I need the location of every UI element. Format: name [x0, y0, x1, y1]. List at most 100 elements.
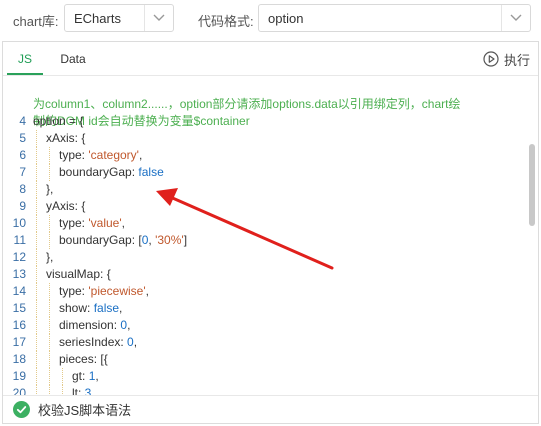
indent-guide [62, 385, 63, 395]
code-line: 5 xAxis: { [3, 130, 538, 147]
indent-guide [49, 300, 50, 317]
indent-guide [36, 266, 37, 283]
comment-line: 为column1、column2......，option部分请添加option… [3, 79, 538, 111]
code-line: 7 boundaryGap: false [3, 164, 538, 181]
indent-guide [49, 317, 50, 334]
line-number: 20 [12, 386, 26, 395]
line-number: 8 [19, 182, 26, 196]
line-number: 19 [12, 369, 26, 383]
editor-panel: JS Data 执行 为column1、column2......，option… [2, 41, 539, 424]
line-number: 10 [12, 216, 26, 230]
toolbar: chart库: ECharts 代码格式: option [0, 0, 541, 40]
validate-syntax-label: 校验JS脚本语法 [38, 403, 132, 418]
code-text: yAxis: { [46, 199, 86, 213]
code-text: type: 'value', [59, 216, 125, 230]
code-line: 11 boundaryGap: [0, '30%'] [3, 232, 538, 249]
code-line: 15 show: false, [3, 300, 538, 317]
code-text: dimension: 0, [59, 318, 131, 332]
tab-js[interactable]: JS [3, 42, 47, 75]
footer: 校验JS脚本语法 [3, 395, 538, 423]
line-number: 13 [12, 267, 26, 281]
line-number: 16 [12, 318, 26, 332]
tab-bar: JS Data 执行 [3, 42, 538, 76]
line-number: 5 [19, 131, 26, 145]
run-button[interactable]: 执行 [483, 49, 530, 69]
code-text: type: 'category', [59, 148, 143, 162]
code-format-select[interactable]: option [258, 4, 531, 32]
indent-guide [49, 232, 50, 249]
chart-lib-value: ECharts [74, 11, 121, 26]
code-text: }, [46, 250, 54, 264]
code-text: gt: 1, [72, 369, 99, 383]
code-text: boundaryGap: [0, '30%'] [59, 233, 188, 247]
play-icon [483, 51, 499, 67]
indent-guide [49, 147, 50, 164]
chevron-down-icon [501, 5, 530, 31]
code-line: 14 type: 'piecewise', [3, 283, 538, 300]
code-line: 4 option = { [3, 113, 538, 130]
line-number: 15 [12, 301, 26, 315]
chevron-down-icon [144, 5, 173, 31]
code-text: type: 'piecewise', [59, 284, 149, 298]
indent-guide [36, 232, 37, 249]
check-circle-icon [13, 401, 30, 418]
indent-guide [36, 249, 37, 266]
code-line: 8}, [3, 181, 538, 198]
code-editor[interactable]: 为column1、column2......，option部分请添加option… [3, 76, 538, 395]
indent-guide [36, 368, 37, 385]
code-line: 13 visualMap: { [3, 266, 538, 283]
line-number: 9 [19, 199, 26, 213]
indent-guide [49, 385, 50, 395]
line-number: 17 [12, 335, 26, 349]
indent-guide [36, 130, 37, 147]
indent-guide [49, 215, 50, 232]
code-format-label: 代码格式: [198, 14, 254, 29]
code-line: 6 type: 'category', [3, 147, 538, 164]
code-line: 16 dimension: 0, [3, 317, 538, 334]
line-number: 6 [19, 148, 26, 162]
indent-guide [49, 334, 50, 351]
indent-guide [36, 283, 37, 300]
code-line: 18 pieces: [{ [3, 351, 538, 368]
chart-lib-label: chart库: [13, 14, 59, 29]
code-format-value: option [268, 11, 304, 26]
indent-guide [49, 368, 50, 385]
code-text: }, [46, 182, 54, 196]
code-text: xAxis: { [46, 131, 86, 145]
indent-guide [36, 351, 37, 368]
code-text: seriesIndex: 0, [59, 335, 138, 349]
line-number: 7 [19, 165, 26, 179]
indent-guide [36, 147, 37, 164]
code-text: pieces: [{ [59, 352, 108, 366]
code-line: 12}, [3, 249, 538, 266]
code-text: option = { [33, 114, 84, 128]
code-text: show: false, [59, 301, 123, 315]
indent-guide [49, 351, 50, 368]
indent-guide [36, 317, 37, 334]
indent-guide [36, 385, 37, 395]
indent-guide [36, 181, 37, 198]
comment-line: 制的DOM id会自动替换为变量$container [3, 96, 538, 128]
tab-data[interactable]: Data [51, 42, 95, 74]
indent-guide [36, 300, 37, 317]
line-number: 12 [12, 250, 26, 264]
code-line: 10 type: 'value', [3, 215, 538, 232]
code-line: 19 gt: 1, [3, 368, 538, 385]
line-number: 11 [13, 233, 26, 247]
line-number: 4 [19, 114, 26, 128]
code-text: visualMap: { [46, 267, 111, 281]
code-text: boundaryGap: false [59, 165, 164, 179]
run-label: 执行 [503, 52, 530, 68]
indent-guide [36, 334, 37, 351]
code-line: 20 lt: 3, [3, 385, 538, 395]
editor-scrollbar[interactable] [529, 144, 535, 226]
chart-lib-select[interactable]: ECharts [64, 4, 174, 32]
code-line: 9 yAxis: { [3, 198, 538, 215]
indent-guide [36, 164, 37, 181]
line-number: 14 [12, 284, 26, 298]
code-text: lt: 3, [72, 386, 95, 395]
indent-guide [36, 215, 37, 232]
indent-guide [36, 198, 37, 215]
code-line: 17 seriesIndex: 0, [3, 334, 538, 351]
indent-guide [49, 164, 50, 181]
